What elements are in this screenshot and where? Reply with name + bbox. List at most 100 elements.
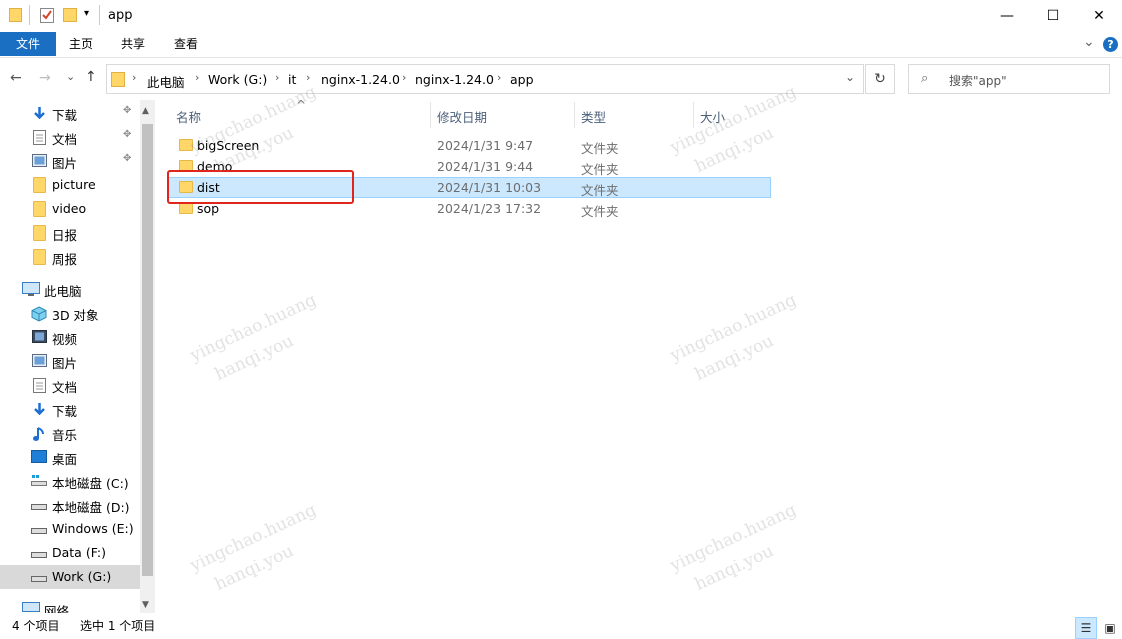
sidebar-item-drive-f[interactable]: Data (F:) <box>0 541 140 565</box>
column-divider[interactable] <box>693 102 694 128</box>
sidebar-item-documents-pc[interactable]: 文档 <box>0 373 140 397</box>
column-header-size[interactable]: 大小 <box>700 107 725 126</box>
sidebar-item-pictures-pc[interactable]: 图片 <box>0 349 140 373</box>
sort-ascending-icon: ^ <box>296 98 307 112</box>
status-bar: 4 个项目 选中 1 个项目 ☰ ▣ <box>0 613 1122 639</box>
search-box[interactable]: ⌕ 搜索"app" <box>908 64 1110 94</box>
scroll-down-arrow-icon[interactable]: ▼ <box>142 600 149 610</box>
sidebar-item-documents[interactable]: 文档 ✥ <box>0 125 140 149</box>
sidebar-item-video[interactable]: video <box>0 197 140 221</box>
sidebar-item-3d-objects[interactable]: 3D 对象 <box>0 301 140 325</box>
drive-icon <box>31 570 47 583</box>
maximize-button[interactable]: ☐ <box>1030 0 1076 32</box>
breadcrumb-separator: › <box>402 71 407 84</box>
search-placeholder: 搜索"app" <box>949 74 1007 88</box>
file-type: 文件夹 <box>581 141 619 156</box>
recent-locations-button[interactable]: ⌄ <box>66 70 75 83</box>
close-button[interactable]: ✕ <box>1076 0 1122 32</box>
up-button[interactable]: ↑ <box>85 69 97 85</box>
column-header-type[interactable]: 类型 <box>581 107 606 126</box>
divider <box>99 5 100 25</box>
sidebar-item-desktop[interactable]: 桌面 <box>0 445 140 469</box>
sidebar-item-drive-g[interactable]: Work (G:) <box>0 565 140 589</box>
music-icon <box>32 426 47 441</box>
tab-file[interactable]: 文件 <box>0 32 56 56</box>
tab-share[interactable]: 共享 <box>110 32 156 56</box>
sidebar-item-label: 图片 <box>52 356 78 371</box>
sidebar-item-label: picture <box>52 177 96 192</box>
sidebar-item-weekly-report[interactable]: 周报 <box>0 245 140 269</box>
folder-icon <box>33 177 46 193</box>
sidebar-item-videos[interactable]: 视频 <box>0 325 140 349</box>
folder-icon <box>9 7 22 22</box>
sidebar-item-label: 下载 <box>52 108 78 123</box>
breadcrumb-this-pc[interactable]: 此电脑 <box>147 72 185 91</box>
properties-icon[interactable] <box>40 7 54 26</box>
refresh-button[interactable]: ↻ <box>865 64 895 94</box>
sidebar-item-label: video <box>52 201 87 216</box>
sidebar-item-daily-report[interactable]: 日报 <box>0 221 140 245</box>
sidebar-item-music[interactable]: 音乐 <box>0 421 140 445</box>
address-dropdown-icon[interactable]: ⌄ <box>845 70 855 84</box>
sidebar-item-label: 视频 <box>52 332 78 347</box>
annotation-highlight-box <box>167 170 354 204</box>
help-icon[interactable]: ? <box>1103 37 1118 52</box>
breadcrumb-app[interactable]: app <box>510 72 534 87</box>
sidebar-item-downloads[interactable]: 下载 ✥ <box>0 101 140 125</box>
column-divider[interactable] <box>574 102 575 128</box>
breadcrumb-nginx-outer[interactable]: nginx-1.24.0 <box>321 72 400 87</box>
sidebar-item-label: 桌面 <box>52 452 78 467</box>
sidebar-item-label: Work (G:) <box>52 569 112 584</box>
search-icon: ⌕ <box>921 71 929 86</box>
new-folder-icon[interactable] <box>63 7 77 25</box>
file-type: 文件夹 <box>581 204 619 219</box>
column-divider[interactable] <box>430 102 431 128</box>
file-name: bigScreen <box>197 138 260 153</box>
file-type: 文件夹 <box>581 183 619 198</box>
column-header-date[interactable]: 修改日期 <box>437 107 487 126</box>
file-date: 2024/1/31 10:03 <box>437 180 542 195</box>
file-type: 文件夹 <box>581 162 619 177</box>
folder-icon <box>179 139 193 151</box>
expand-ribbon-icon[interactable]: ⌄ <box>1083 34 1095 50</box>
breadcrumb-separator: › <box>306 71 311 84</box>
network-icon <box>22 602 40 613</box>
sidebar-item-pictures[interactable]: 图片 ✥ <box>0 149 140 173</box>
breadcrumb-nginx-inner[interactable]: nginx-1.24.0 <box>415 72 494 87</box>
breadcrumb-separator: › <box>132 71 137 84</box>
tab-view[interactable]: 查看 <box>163 32 209 56</box>
sidebar-item-label: 文档 <box>52 132 78 147</box>
sidebar-item-label: 日报 <box>52 228 78 243</box>
sidebar-item-drive-d[interactable]: 本地磁盘 (D:) <box>0 493 140 517</box>
sidebar-item-label: Windows (E:) <box>52 521 134 536</box>
address-bar[interactable]: › 此电脑 › Work (G:) › it › nginx-1.24.0 › … <box>106 64 864 94</box>
scroll-up-arrow-icon[interactable]: ▲ <box>142 106 149 116</box>
sidebar-item-label: 3D 对象 <box>52 308 99 323</box>
file-date: 2024/1/31 9:47 <box>437 138 534 153</box>
details-view-button[interactable]: ☰ <box>1075 617 1097 639</box>
sidebar-item-label: 周报 <box>52 252 78 267</box>
back-button[interactable]: ← <box>10 70 22 86</box>
column-header-name[interactable]: 名称 <box>176 107 201 126</box>
sidebar-item-label: 本地磁盘 (D:) <box>52 500 130 515</box>
customize-toolbar-icon[interactable]: ▾ <box>84 8 89 19</box>
sidebar-item-network[interactable]: 网络 <box>0 597 140 613</box>
sidebar-item-drive-c[interactable]: 本地磁盘 (C:) <box>0 469 140 493</box>
sidebar-item-drive-e[interactable]: Windows (E:) <box>0 517 140 541</box>
video-icon <box>32 330 47 343</box>
folder-icon <box>111 71 125 90</box>
file-row[interactable]: bigScreen 2024/1/31 9:47 文件夹 <box>168 135 771 156</box>
sidebar-item-this-pc[interactable]: 此电脑 <box>0 277 140 301</box>
sidebar-item-downloads-pc[interactable]: 下载 <box>0 397 140 421</box>
minimize-button[interactable]: — <box>984 0 1030 32</box>
pin-icon: ✥ <box>123 105 132 116</box>
drive-icon <box>31 522 47 535</box>
forward-button[interactable]: → <box>39 70 51 86</box>
sidebar-scrollbar-thumb[interactable] <box>142 124 153 576</box>
sidebar-item-picture[interactable]: picture <box>0 173 140 197</box>
large-icons-view-button[interactable]: ▣ <box>1099 617 1121 639</box>
tab-home[interactable]: 主页 <box>58 32 104 56</box>
breadcrumb-work-drive[interactable]: Work (G:) <box>208 72 267 87</box>
sidebar-item-label: 下载 <box>52 404 78 419</box>
breadcrumb-it[interactable]: it <box>288 72 296 87</box>
